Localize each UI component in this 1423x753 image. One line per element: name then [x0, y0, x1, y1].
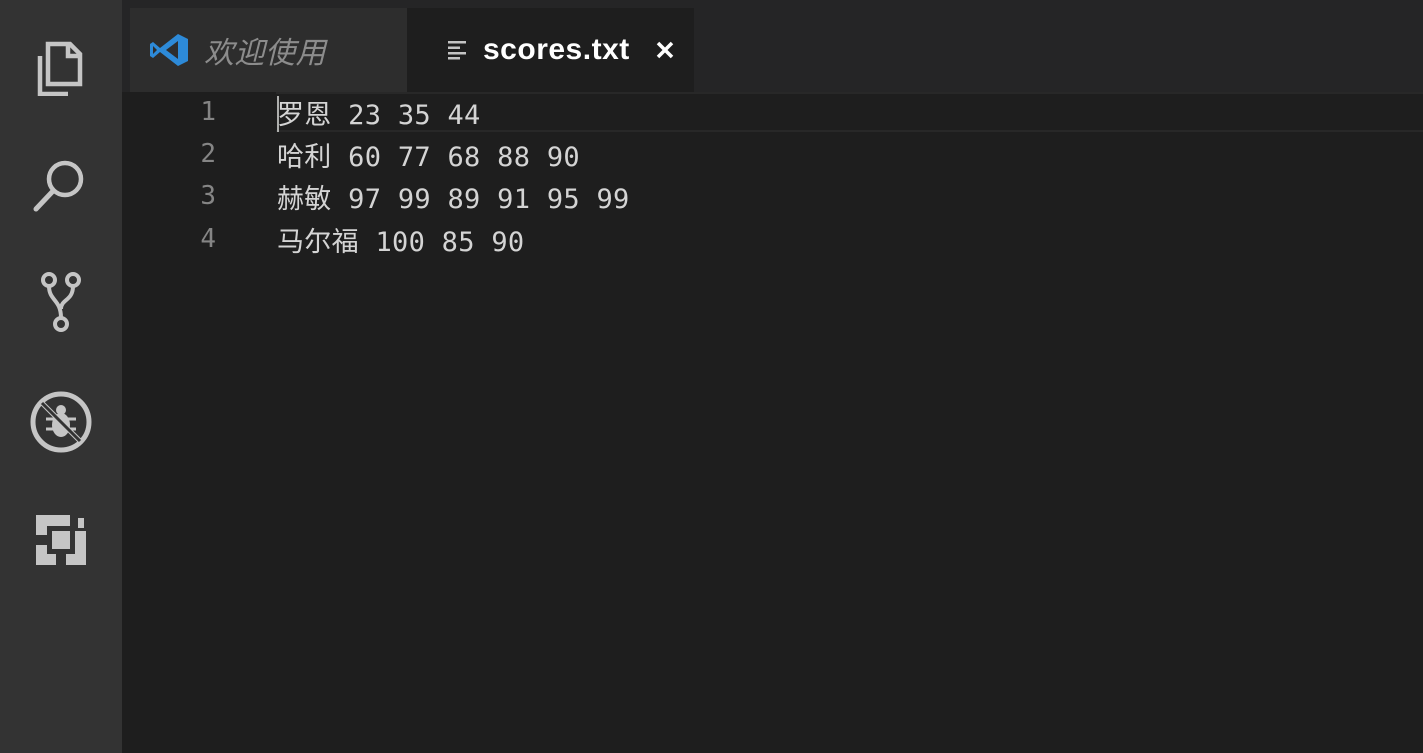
line-text[interactable]: 哈利 60 77 68 88 90	[277, 135, 580, 174]
tab-title: scores.txt	[483, 33, 630, 66]
line-number: 1	[200, 97, 216, 127]
activity-bar	[0, 0, 122, 753]
tab-scores-txt[interactable]: scores.txt	[407, 8, 694, 92]
line-number: 4	[200, 224, 216, 254]
vscode-logo-icon	[150, 34, 188, 66]
tab-welcome[interactable]: 欢迎使用	[130, 8, 407, 92]
files-icon	[37, 41, 83, 96]
line-number: 2	[200, 139, 216, 169]
close-tab-button[interactable]	[652, 37, 678, 63]
tab-bar: 欢迎使用 scores.txt	[122, 0, 1423, 92]
tab-title: 欢迎使用	[204, 37, 326, 70]
line-text[interactable]: 赫敏 97 99 89 91 95 99	[277, 177, 630, 216]
extensions-button[interactable]	[0, 480, 122, 600]
editor-line[interactable]: 4 马尔福 100 85 90	[122, 217, 1423, 261]
extensions-icon	[36, 515, 86, 565]
source-control-icon	[41, 272, 81, 332]
explorer-button[interactable]	[0, 8, 122, 128]
vscode-window: 欢迎使用 scores.txt 1 罗恩 23 35 44 2 哈利 60 77…	[0, 0, 1423, 753]
line-text[interactable]: 罗恩 23 35 44	[277, 93, 481, 132]
debug-button[interactable]	[0, 362, 122, 482]
editor-line[interactable]: 2 哈利 60 77 68 88 90	[122, 132, 1423, 176]
editor-line[interactable]: 3 赫敏 97 99 89 91 95 99	[122, 174, 1423, 218]
source-control-button[interactable]	[0, 242, 122, 362]
editor[interactable]: 1 罗恩 23 35 44 2 哈利 60 77 68 88 90 3 赫敏 9…	[122, 92, 1423, 753]
search-icon	[33, 160, 84, 212]
line-text[interactable]: 马尔福 100 85 90	[277, 220, 524, 259]
text-cursor	[277, 96, 279, 132]
text-file-icon	[448, 41, 466, 60]
debug-icon	[30, 391, 92, 453]
search-button[interactable]	[0, 125, 122, 245]
close-icon	[656, 41, 673, 59]
editor-line[interactable]: 1 罗恩 23 35 44	[122, 90, 1423, 134]
line-number: 3	[200, 181, 216, 211]
